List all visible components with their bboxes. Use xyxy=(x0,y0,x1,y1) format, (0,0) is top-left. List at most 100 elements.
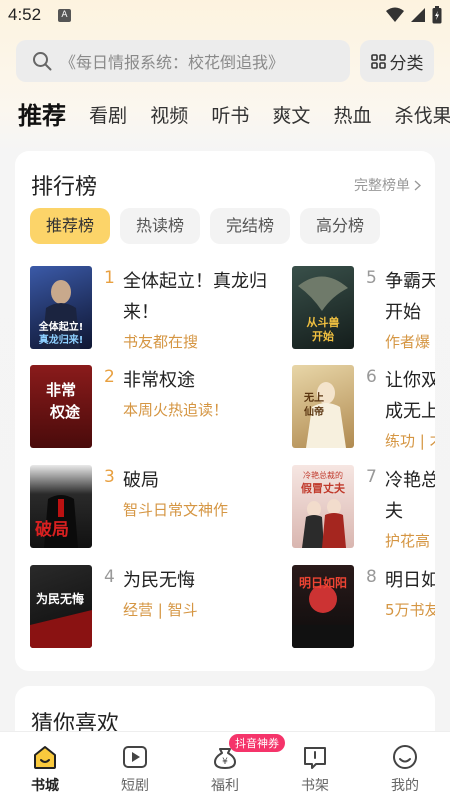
ranking-title: 排行榜 xyxy=(31,175,98,200)
svg-text:开始: 开始 xyxy=(312,329,334,343)
tab-decisive[interactable]: 杀伐果断 xyxy=(395,96,450,136)
ranking-card: 排行榜 完整榜单 推荐榜 热读榜 完结榜 高分榜 全体起立! 真龙归来! 1 全体… xyxy=(15,151,435,671)
svg-text:仙帝: 仙帝 xyxy=(304,405,324,418)
book-subtitle: 本周火热追读！ xyxy=(123,401,229,419)
svg-text:为民无悔: 为民无悔 xyxy=(36,591,84,606)
nav-bookshelf[interactable]: 书架 xyxy=(270,732,360,801)
play-icon xyxy=(123,746,147,768)
nav-bookstore[interactable]: 书城 xyxy=(0,732,90,801)
tab-cool-fiction[interactable]: 爽文 xyxy=(272,96,310,136)
tab-video[interactable]: 视频 xyxy=(150,96,188,136)
grid-icon xyxy=(370,53,386,69)
ranking-sub-tabs: 推荐榜 热读榜 完结榜 高分榜 xyxy=(30,208,381,244)
svg-text:假冒丈夫: 假冒丈夫 xyxy=(301,481,346,495)
sub-tab-hot-read[interactable]: 热读榜 xyxy=(120,208,201,244)
book-cover: 无上 仙帝 xyxy=(292,365,354,448)
book-title: 让你双 成无上 xyxy=(385,370,435,422)
book-title: 冷艳总 夫 xyxy=(385,470,435,522)
book-cover: 为民无悔 xyxy=(30,565,92,648)
sub-tab-recommend[interactable]: 推荐榜 xyxy=(30,208,111,244)
book-title: 非常权途 xyxy=(123,370,195,391)
tab-hot-blood[interactable]: 热血 xyxy=(334,96,372,136)
book-cover: 明日如阳 xyxy=(292,565,354,648)
svg-text:冷艳总裁的: 冷艳总裁的 xyxy=(303,470,343,480)
book-item[interactable]: 明日如阳 8 明日如 5万书友 xyxy=(292,565,435,655)
svg-text:真龙归来!: 真龙归来! xyxy=(39,333,84,346)
book-item[interactable]: 无上仙帝 6 让你双 成无上 练功 | 才 xyxy=(292,365,435,455)
nav-label: 书城 xyxy=(31,778,59,794)
book-item[interactable]: 非常 权途 2 非常权途 本周火热追读！ xyxy=(30,365,270,455)
nav-welfare[interactable]: 抖音神券 ¥ 福利 xyxy=(180,732,285,801)
full-ranking-label: 完整榜单 xyxy=(354,178,410,194)
full-ranking-link[interactable]: 完整榜单 xyxy=(354,175,421,195)
svg-text:无上: 无上 xyxy=(303,391,324,404)
book-rank: 4 xyxy=(104,567,115,587)
book-item[interactable]: 破局 3 破局 智斗日常文神作 xyxy=(30,465,270,555)
book-title: 全体起立！真龙归 来！ xyxy=(123,271,267,323)
book-cover: 冷艳总裁的 假冒丈夫 xyxy=(292,465,354,548)
tab-audiobook[interactable]: 听书 xyxy=(211,96,249,136)
svg-text:破局: 破局 xyxy=(35,519,69,540)
category-button[interactable]: 分类 xyxy=(360,40,434,82)
book-title: 争霸天 开始 xyxy=(385,271,435,323)
book-subtitle: 书友都在搜 xyxy=(123,333,199,351)
bottom-nav: 书城 短剧 抖音神券 ¥ 福利 书架 我的 xyxy=(0,731,450,801)
book-cover: 破局 xyxy=(30,465,92,548)
sub-tab-high-score[interactable]: 高分榜 xyxy=(300,208,381,244)
svg-text:¥: ¥ xyxy=(222,757,228,767)
nav-label: 我的 xyxy=(391,778,419,794)
book-rank: 5 xyxy=(366,268,377,288)
nav-label: 书架 xyxy=(301,778,329,794)
app-indicator-icon: A xyxy=(58,9,71,22)
nav-profile[interactable]: 我的 xyxy=(360,732,450,801)
search-icon xyxy=(32,50,54,72)
status-icons xyxy=(386,6,442,24)
nav-short-drama[interactable]: 短剧 xyxy=(90,732,180,801)
book-subtitle: 智斗日常文神作 xyxy=(123,501,229,519)
svg-text:从斗兽: 从斗兽 xyxy=(307,315,340,329)
svg-text:权途: 权途 xyxy=(49,403,81,421)
book-rank: 1 xyxy=(104,268,115,288)
profile-icon xyxy=(393,745,417,769)
search-placeholder: 《每日情报系统：校花倒追我》 xyxy=(60,53,285,72)
book-rank: 8 xyxy=(366,567,377,587)
status-bar: 4:52 A xyxy=(0,0,450,32)
book-item[interactable]: 从斗兽 开始 5 争霸天 开始 作者爆 xyxy=(292,266,435,356)
book-subtitle: 护花高 xyxy=(385,532,431,550)
book-subtitle: 练功 | 才 xyxy=(385,432,435,450)
nav-label: 福利 xyxy=(211,778,239,794)
book-subtitle: 5万书友 xyxy=(385,601,435,619)
book-title: 为民无悔 xyxy=(123,570,195,591)
svg-text:全体起立!: 全体起立! xyxy=(38,320,84,333)
signal-icon xyxy=(411,8,425,22)
search-box[interactable]: 《每日情报系统：校花倒追我》 xyxy=(16,40,350,82)
book-cover: 全体起立! 真龙归来! xyxy=(30,266,92,349)
sub-tab-completed[interactable]: 完结榜 xyxy=(210,208,291,244)
svg-text:明日如阳: 明日如阳 xyxy=(299,575,347,590)
bookstore-icon xyxy=(34,746,56,769)
svg-text:非常: 非常 xyxy=(46,381,76,399)
book-rank: 3 xyxy=(104,467,115,487)
book-cover: 非常 权途 xyxy=(30,365,92,448)
chevron-right-icon xyxy=(414,179,421,191)
book-subtitle: 经营 | 智斗 xyxy=(123,601,198,619)
book-cover: 从斗兽 开始 xyxy=(292,266,354,349)
nav-label: 短剧 xyxy=(121,778,149,794)
book-rank: 2 xyxy=(104,367,115,387)
book-rank: 6 xyxy=(366,367,377,387)
tab-drama[interactable]: 看剧 xyxy=(89,96,127,136)
book-rank: 7 xyxy=(366,467,377,487)
top-tabs: 推荐 看剧 视频 听书 爽文 热血 杀伐果断 xyxy=(18,96,450,136)
wifi-icon xyxy=(386,7,404,22)
book-item[interactable]: 为民无悔 4 为民无悔 经营 | 智斗 xyxy=(30,565,270,655)
tab-recommend[interactable]: 推荐 xyxy=(18,96,66,136)
book-title: 明日如 xyxy=(385,570,435,591)
bookshelf-icon xyxy=(304,747,326,769)
book-subtitle: 作者爆 xyxy=(385,333,431,351)
battery-icon xyxy=(432,6,442,24)
category-label: 分类 xyxy=(389,53,424,74)
book-item[interactable]: 冷艳总裁的 假冒丈夫 7 冷艳总 夫 护花高 xyxy=(292,465,435,555)
book-item[interactable]: 全体起立! 真龙归来! 1 全体起立！真龙归 来！ 书友都在搜 xyxy=(30,266,270,356)
book-title: 破局 xyxy=(123,470,159,491)
status-time: 4:52 xyxy=(8,5,42,24)
